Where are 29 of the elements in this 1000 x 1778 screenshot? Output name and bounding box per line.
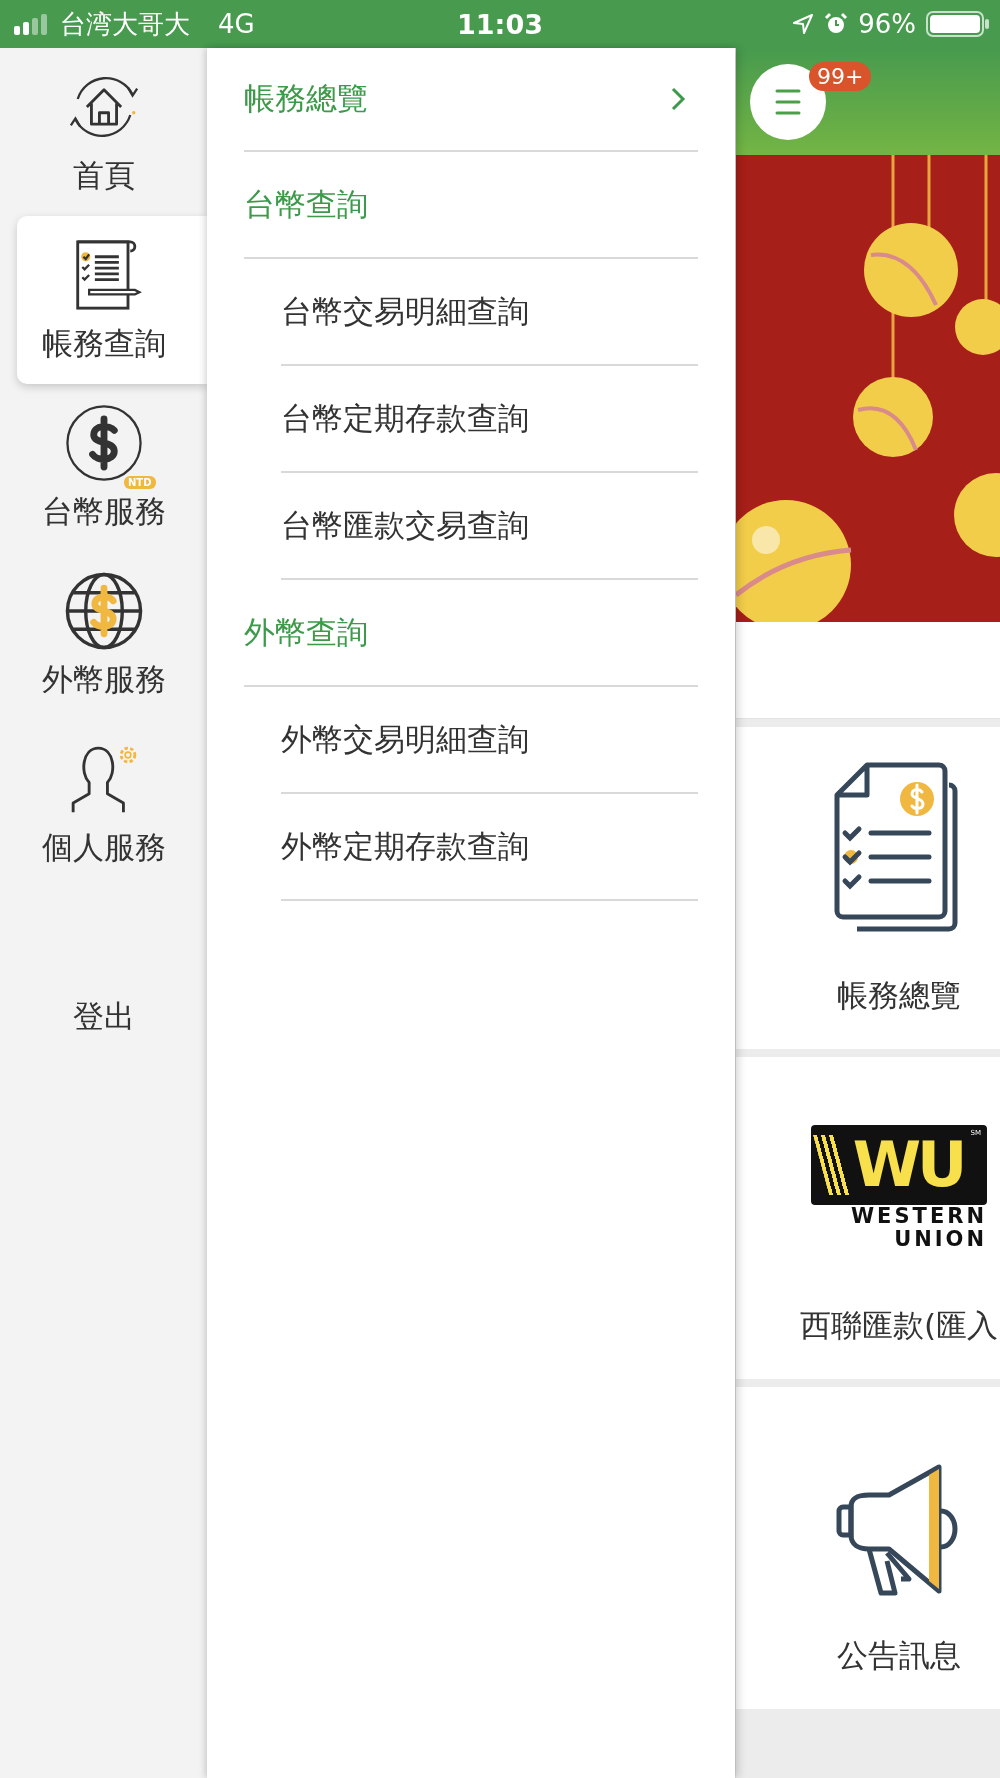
menu-section-header: 台幣查詢	[244, 152, 698, 259]
chevron-right-icon	[670, 86, 686, 112]
clock-time: 11:03	[457, 8, 543, 40]
sidebar-item[interactable]: 首頁	[0, 48, 207, 216]
sidebar-item[interactable]: 外幣服務	[0, 552, 207, 720]
globe-dollar-icon	[63, 571, 144, 651]
alarm-clock-icon	[824, 12, 849, 36]
menu-item[interactable]: 外幣定期存款查詢	[281, 794, 698, 901]
shortcut-tile[interactable]: 帳務總覽	[736, 727, 1000, 1049]
battery-icon	[926, 10, 990, 38]
carrier-name: 台湾大哥大	[60, 7, 190, 41]
battery-percent: 96%	[858, 9, 916, 39]
location-arrow-icon	[792, 13, 815, 35]
menu-item[interactable]: 台幣匯款交易查詢	[281, 473, 698, 580]
menu-item[interactable]: 帳務總覽	[244, 48, 698, 152]
menu-section-header: 外幣查詢	[244, 580, 698, 687]
sidebar-item[interactable]: 帳務查詢	[17, 216, 207, 384]
menu-item[interactable]: 外幣交易明細查詢	[281, 687, 698, 794]
sidebar-item[interactable]: NTD 台幣服務	[0, 384, 207, 552]
shortcut-tile[interactable]: 公告訊息	[736, 1387, 1000, 1709]
menu-icon	[775, 88, 801, 116]
logout-button[interactable]: 登出	[64, 988, 143, 1046]
notification-badge: 99+	[809, 62, 872, 91]
menu-item[interactable]: 台幣交易明細查詢	[281, 259, 698, 366]
network-type: 4G	[218, 9, 255, 39]
signal-icon	[14, 13, 50, 35]
sidebar-item[interactable]: 個人服務	[0, 720, 207, 888]
currency-tag: NTD	[124, 476, 156, 489]
menu-item[interactable]: 台幣定期存款查詢	[281, 366, 698, 473]
